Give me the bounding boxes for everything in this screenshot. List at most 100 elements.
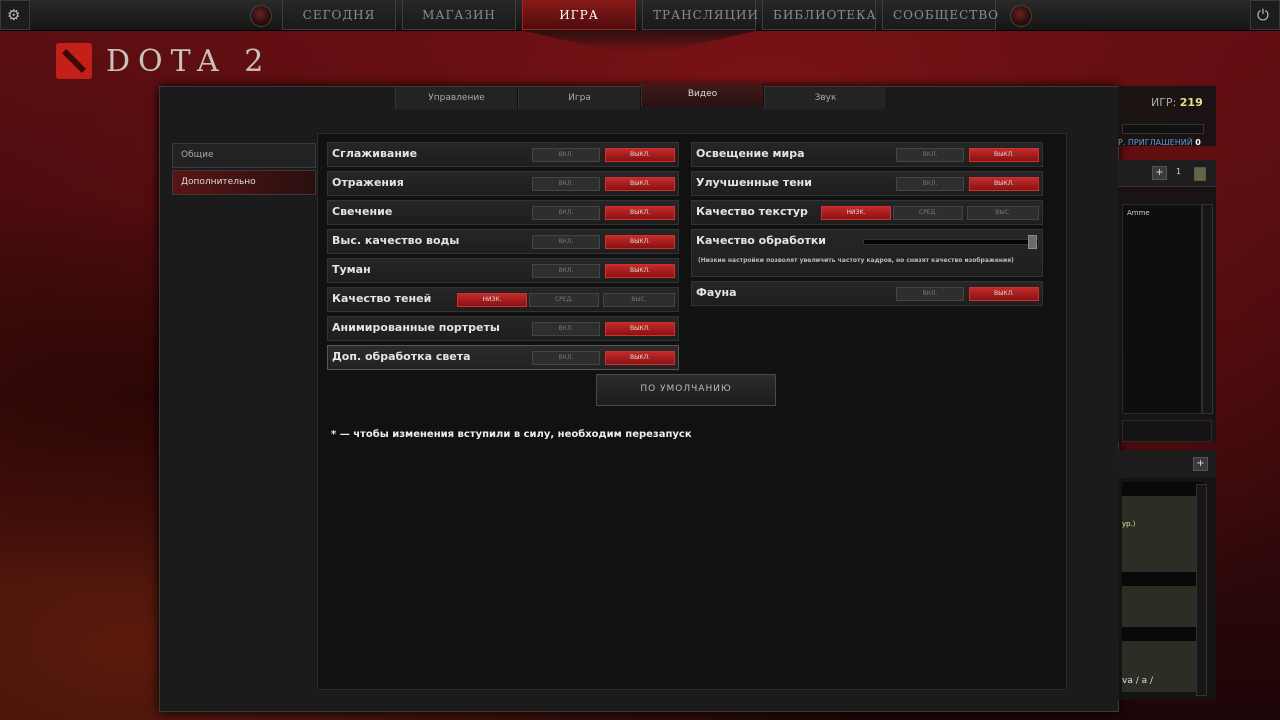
settings-column-right: Освещение мира ВКЛ. ВЫКЛ. Улучшенные тен… bbox=[691, 142, 1043, 310]
invites-count: 0 bbox=[1195, 138, 1201, 147]
sidebar-item-advanced[interactable]: Дополнительно bbox=[172, 170, 316, 195]
dota-logo: DOTA 2 bbox=[56, 43, 271, 79]
dota-logo-icon bbox=[56, 43, 92, 79]
invites-label[interactable]: Р. ПРИГЛАШЕНИЙ 0 bbox=[1118, 138, 1201, 147]
option-on[interactable]: ВКЛ. bbox=[896, 177, 964, 191]
option-on[interactable]: ВКЛ. bbox=[532, 206, 600, 220]
setting-fog: Туман ВКЛ. ВЫКЛ. bbox=[327, 258, 679, 283]
chat-line: ур.) bbox=[1122, 520, 1136, 528]
games-panel: ИГР: 219 Р. ПРИГЛАШЕНИЙ 0 bbox=[1118, 86, 1216, 147]
chat-panel: + ур.) va / a / bbox=[1118, 450, 1216, 700]
settings-window: Управление Игра Видео Звук Общие Дополни… bbox=[159, 83, 1119, 712]
option-off[interactable]: ВЫКЛ. bbox=[605, 322, 675, 336]
option-medium[interactable]: СРЕД. bbox=[893, 206, 963, 220]
chat-scrollbar[interactable] bbox=[1196, 484, 1207, 696]
option-off[interactable]: ВЫКЛ. bbox=[969, 148, 1039, 162]
slider-handle[interactable] bbox=[1028, 235, 1037, 249]
setting-label: Качество текстур bbox=[696, 205, 808, 218]
option-on[interactable]: ВКЛ. bbox=[532, 148, 600, 162]
chat-divider bbox=[1122, 572, 1204, 586]
add-friend-button[interactable]: + bbox=[1152, 166, 1167, 180]
option-on[interactable]: ВКЛ. bbox=[896, 148, 964, 162]
setting-glow: Свечение ВКЛ. ВЫКЛ. bbox=[327, 200, 679, 225]
power-button[interactable]: ⏻ bbox=[1250, 0, 1280, 30]
setting-improved-shadows: Улучшенные тени ВКЛ. ВЫКЛ. bbox=[691, 171, 1043, 196]
option-off[interactable]: ВЫКЛ. bbox=[605, 177, 675, 191]
option-off[interactable]: ВЫКЛ. bbox=[605, 235, 675, 249]
orb-ornament-icon bbox=[1010, 5, 1032, 27]
render-quality-note: (Низкие настройки позволят увеличить час… bbox=[698, 257, 1014, 264]
option-off[interactable]: ВЫКЛ. bbox=[605, 351, 675, 365]
option-medium[interactable]: СРЕД. bbox=[529, 293, 599, 307]
option-off[interactable]: ВЫКЛ. bbox=[605, 206, 675, 220]
orb-ornament-icon bbox=[250, 5, 272, 27]
option-on[interactable]: ВКЛ. bbox=[896, 287, 964, 301]
tab-game[interactable]: Игра bbox=[518, 87, 641, 109]
games-count: 219 bbox=[1179, 96, 1203, 109]
option-low[interactable]: НИЗК. bbox=[457, 293, 527, 307]
nav-tab-today[interactable]: СЕГОДНЯ bbox=[282, 0, 396, 30]
friends-header: + 1 bbox=[1118, 160, 1216, 187]
option-on[interactable]: ВКЛ. bbox=[532, 177, 600, 191]
nav-tab-store[interactable]: МАГАЗИН bbox=[402, 0, 516, 30]
settings-column-left: Сглаживание ВКЛ. ВЫКЛ. Отражения ВКЛ. ВЫ… bbox=[327, 142, 679, 374]
friends-list[interactable]: Amme bbox=[1122, 204, 1202, 414]
option-on[interactable]: ВКЛ. bbox=[532, 322, 600, 336]
chat-bubble-icon[interactable] bbox=[1194, 167, 1206, 181]
chat-line: va / a / bbox=[1122, 676, 1154, 686]
setting-label: Качество теней bbox=[332, 292, 432, 305]
settings-tabs: Управление Игра Видео Звук bbox=[395, 83, 887, 109]
logo-text: DOTA 2 bbox=[106, 43, 272, 79]
setting-label: Доп. обработка света bbox=[332, 350, 471, 363]
setting-label: Улучшенные тени bbox=[696, 176, 812, 189]
nav-tab-play[interactable]: ИГРА bbox=[522, 0, 636, 30]
option-on[interactable]: ВКЛ. bbox=[532, 264, 600, 278]
setting-label: Выс. качество воды bbox=[332, 234, 460, 247]
option-low[interactable]: НИЗК. bbox=[821, 206, 891, 220]
setting-fauna: Фауна ВКЛ. ВЫКЛ. bbox=[691, 281, 1043, 306]
nav-tab-broadcasts[interactable]: ТРАНСЛЯЦИИ bbox=[642, 0, 758, 30]
setting-reflections: Отражения ВКЛ. ВЫКЛ. bbox=[327, 171, 679, 196]
chat-header: + bbox=[1118, 450, 1216, 478]
setting-label: Качество обработки bbox=[696, 234, 826, 247]
nav-tab-community[interactable]: СООБЩЕСТВО bbox=[882, 0, 998, 30]
friends-panel: + 1 Amme bbox=[1118, 160, 1216, 442]
setting-label: Освещение мира bbox=[696, 147, 805, 160]
setting-texture-quality: Качество текстур НИЗК. СРЕД. ВЫС. bbox=[691, 200, 1043, 225]
option-off[interactable]: ВЫКЛ. bbox=[605, 264, 675, 278]
settings-button[interactable]: ⚙ bbox=[0, 0, 30, 30]
setting-label: Туман bbox=[332, 263, 371, 276]
render-quality-slider[interactable] bbox=[863, 239, 1039, 245]
nav-tab-library[interactable]: БИБЛИОТЕКА bbox=[762, 0, 876, 30]
option-on[interactable]: ВКЛ. bbox=[532, 351, 600, 365]
setting-label: Сглаживание bbox=[332, 147, 418, 160]
tab-video[interactable]: Видео bbox=[641, 83, 764, 107]
setting-label: Отражения bbox=[332, 176, 404, 189]
option-high[interactable]: ВЫС. bbox=[967, 206, 1039, 220]
tab-sound[interactable]: Звук bbox=[764, 87, 887, 109]
games-count-label: ИГР: 219 bbox=[1151, 96, 1203, 109]
restore-defaults-button[interactable]: ПО УМОЛЧАНИЮ bbox=[596, 374, 776, 406]
power-icon: ⏻ bbox=[1257, 6, 1269, 24]
friend-name[interactable]: Amme bbox=[1127, 209, 1150, 217]
setting-shadow-quality: Качество теней НИЗК. СРЕД. ВЫС. bbox=[327, 287, 679, 312]
chat-body: ур.) va / a / bbox=[1122, 482, 1204, 692]
gear-icon: ⚙ bbox=[7, 6, 21, 24]
option-high[interactable]: ВЫС. bbox=[603, 293, 675, 307]
option-off[interactable]: ВЫКЛ. bbox=[605, 148, 675, 162]
option-off[interactable]: ВЫКЛ. bbox=[969, 287, 1039, 301]
option-on[interactable]: ВКЛ. bbox=[532, 235, 600, 249]
option-off[interactable]: ВЫКЛ. bbox=[969, 177, 1039, 191]
games-progress-bar bbox=[1122, 124, 1204, 134]
chat-divider bbox=[1122, 482, 1204, 496]
setting-label: Фауна bbox=[696, 286, 737, 299]
setting-light-processing: Доп. обработка света ВКЛ. ВЫКЛ. bbox=[327, 345, 679, 370]
add-chat-button[interactable]: + bbox=[1193, 457, 1208, 471]
setting-antialiasing: Сглаживание ВКЛ. ВЫКЛ. bbox=[327, 142, 679, 167]
sidebar-item-general[interactable]: Общие bbox=[172, 143, 316, 168]
setting-label: Свечение bbox=[332, 205, 393, 218]
tab-controls[interactable]: Управление bbox=[395, 87, 518, 109]
chat-divider bbox=[1122, 627, 1204, 641]
friends-scrollbar[interactable] bbox=[1202, 204, 1213, 414]
friends-footer bbox=[1122, 420, 1212, 442]
